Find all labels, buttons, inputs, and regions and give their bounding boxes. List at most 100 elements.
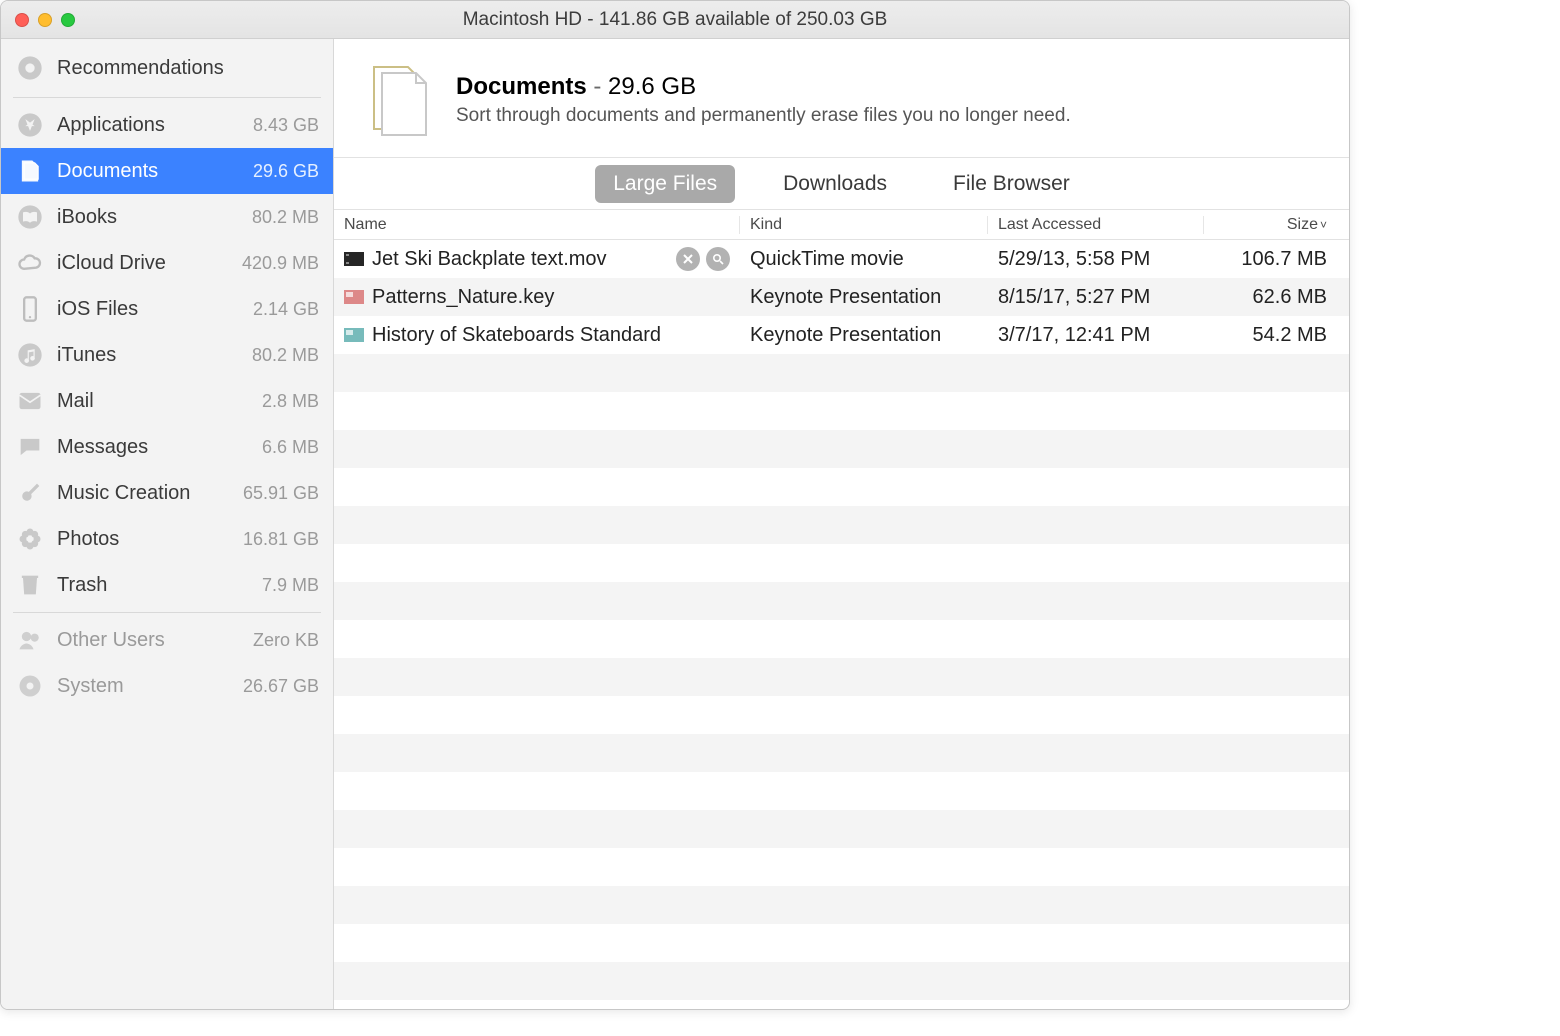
- sidebar-item-label: Documents: [57, 160, 253, 183]
- row-actions: [676, 247, 730, 271]
- column-header-name[interactable]: Name: [334, 216, 740, 234]
- sidebar-item-label: Messages: [57, 436, 262, 459]
- sidebar-item-size: 80.2 MB: [252, 345, 319, 366]
- sidebar-item-size: 8.43 GB: [253, 115, 319, 136]
- sidebar-item-label: Music Creation: [57, 482, 243, 505]
- column-header-size[interactable]: Size˅: [1204, 216, 1349, 234]
- empty-row: [334, 962, 1349, 1000]
- sidebar-item-size: Zero KB: [253, 630, 319, 651]
- sidebar-item-label: Applications: [57, 114, 253, 137]
- table-header: Name Kind Last Accessed Size˅: [334, 210, 1349, 240]
- column-header-last-accessed[interactable]: Last Accessed: [988, 216, 1204, 234]
- sidebar-item-size: 26.67 GB: [243, 676, 319, 697]
- close-button[interactable]: [15, 13, 29, 27]
- tab-downloads[interactable]: Downloads: [765, 165, 905, 203]
- empty-row: [334, 734, 1349, 772]
- file-last-accessed: 3/7/17, 12:41 PM: [988, 324, 1204, 347]
- sidebar-item-label: System: [57, 675, 243, 698]
- detail-header: Documents - 29.6 GB Sort through documen…: [334, 39, 1349, 158]
- empty-row: [334, 392, 1349, 430]
- file-kind: Keynote Presentation: [740, 324, 988, 347]
- detail-title-size: 29.6 GB: [608, 73, 696, 100]
- sidebar: Recommendations Applications 8.43 GB Doc…: [1, 39, 334, 1009]
- table-row[interactable]: Jet Ski Backplate text.mov QuickTime mo: [334, 240, 1349, 278]
- mail-icon: [15, 386, 45, 416]
- documents-large-icon: [360, 61, 438, 139]
- empty-row: [334, 620, 1349, 658]
- sidebar-separator: [13, 612, 321, 613]
- sidebar-item-photos[interactable]: Photos 16.81 GB: [1, 516, 333, 562]
- detail-subtitle: Sort through documents and permanently e…: [456, 105, 1071, 127]
- keynote-file-icon: [344, 287, 364, 307]
- empty-row: [334, 924, 1349, 962]
- detail-title: Documents - 29.6 GB: [456, 73, 1071, 101]
- sidebar-item-itunes[interactable]: iTunes 80.2 MB: [1, 332, 333, 378]
- sidebar-item-recommendations[interactable]: Recommendations: [1, 43, 333, 93]
- table-body[interactable]: Jet Ski Backplate text.mov QuickTime mo: [334, 240, 1349, 1009]
- sidebar-item-size: 6.6 MB: [262, 437, 319, 458]
- sidebar-item-system[interactable]: System 26.67 GB: [1, 663, 333, 709]
- window-title: Macintosh HD - 141.86 GB available of 25…: [1, 9, 1349, 31]
- sidebar-separator: [13, 97, 321, 98]
- minimize-button[interactable]: [38, 13, 52, 27]
- applications-icon: [15, 110, 45, 140]
- sidebar-item-size: 2.14 GB: [253, 299, 319, 320]
- trash-icon: [15, 570, 45, 600]
- empty-row: [334, 430, 1349, 468]
- photos-icon: [15, 524, 45, 554]
- file-table: Name Kind Last Accessed Size˅ Jet Ski Ba…: [334, 210, 1349, 1009]
- titlebar[interactable]: Macintosh HD - 141.86 GB available of 25…: [1, 1, 1349, 39]
- delete-file-button[interactable]: [676, 247, 700, 271]
- sidebar-item-size: 2.8 MB: [262, 391, 319, 412]
- sidebar-item-trash[interactable]: Trash 7.9 MB: [1, 562, 333, 608]
- sidebar-item-mail[interactable]: Mail 2.8 MB: [1, 378, 333, 424]
- column-header-kind[interactable]: Kind: [740, 216, 988, 234]
- cloud-icon: [15, 248, 45, 278]
- keynote-file-icon: [344, 325, 364, 345]
- sidebar-item-icloud-drive[interactable]: iCloud Drive 420.9 MB: [1, 240, 333, 286]
- empty-row: [334, 658, 1349, 696]
- users-icon: [15, 625, 45, 655]
- empty-row: [334, 468, 1349, 506]
- sidebar-item-label: iBooks: [57, 206, 252, 229]
- empty-row: [334, 772, 1349, 810]
- window-controls: [15, 13, 75, 27]
- file-name: Jet Ski Backplate text.mov: [372, 248, 668, 271]
- ibooks-icon: [15, 202, 45, 232]
- sidebar-item-messages[interactable]: Messages 6.6 MB: [1, 424, 333, 470]
- sidebar-item-documents[interactable]: Documents 29.6 GB: [1, 148, 333, 194]
- sidebar-item-music-creation[interactable]: Music Creation 65.91 GB: [1, 470, 333, 516]
- file-name: Patterns_Nature.key: [372, 286, 740, 309]
- sidebar-item-size: 29.6 GB: [253, 161, 319, 182]
- guitar-icon: [15, 478, 45, 508]
- sidebar-item-label: iOS Files: [57, 298, 253, 321]
- table-row[interactable]: History of Skateboards Standard Keynote …: [334, 316, 1349, 354]
- file-last-accessed: 8/15/17, 5:27 PM: [988, 286, 1204, 309]
- sidebar-item-label: Other Users: [57, 629, 253, 652]
- sidebar-item-size: 16.81 GB: [243, 529, 319, 550]
- reveal-file-button[interactable]: [706, 247, 730, 271]
- music-note-icon: [15, 340, 45, 370]
- storage-management-window: Macintosh HD - 141.86 GB available of 25…: [0, 0, 1350, 1010]
- tab-file-browser[interactable]: File Browser: [935, 165, 1088, 203]
- table-row[interactable]: Patterns_Nature.key Keynote Presentation…: [334, 278, 1349, 316]
- sidebar-item-ibooks[interactable]: iBooks 80.2 MB: [1, 194, 333, 240]
- lightbulb-icon: [15, 53, 45, 83]
- movie-file-icon: [344, 249, 364, 269]
- file-kind: Keynote Presentation: [740, 286, 988, 309]
- sidebar-item-other-users[interactable]: Other Users Zero KB: [1, 617, 333, 663]
- sidebar-item-label: Mail: [57, 390, 262, 413]
- sidebar-item-label: Trash: [57, 574, 262, 597]
- file-kind: QuickTime movie: [740, 248, 988, 271]
- file-name: History of Skateboards Standard: [372, 324, 740, 347]
- sidebar-item-label: Photos: [57, 528, 243, 551]
- empty-row: [334, 848, 1349, 886]
- sort-descending-icon: ˅: [1320, 218, 1327, 232]
- sidebar-item-ios-files[interactable]: iOS Files 2.14 GB: [1, 286, 333, 332]
- empty-row: [334, 506, 1349, 544]
- zoom-button[interactable]: [61, 13, 75, 27]
- tab-large-files[interactable]: Large Files: [595, 165, 735, 203]
- empty-row: [334, 582, 1349, 620]
- empty-row: [334, 810, 1349, 848]
- sidebar-item-applications[interactable]: Applications 8.43 GB: [1, 102, 333, 148]
